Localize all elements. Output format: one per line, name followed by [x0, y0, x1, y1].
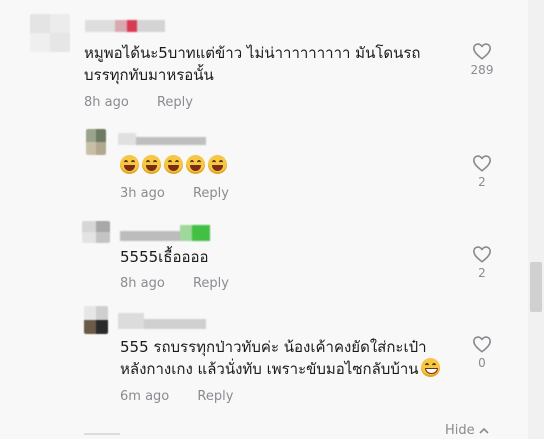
- scrollbar-thumb[interactable]: [530, 262, 542, 312]
- comment-emojis: [120, 155, 230, 177]
- tears-of-joy-emoji: [164, 155, 183, 174]
- comment-meta: 6m ago Reply: [120, 389, 233, 404]
- comment-text-line: หลังกางเกง แล้วนั่งทับ เพราะขับมอไซกลับบ…: [120, 360, 419, 378]
- comment-text-line: บรรทุกทับมาหรอนั้น: [84, 66, 214, 84]
- like-button[interactable]: 0: [467, 335, 497, 370]
- comment-text-line: 555 รถบรรทุกป่าวทับค่ะ น้องเค้าคงยัดใส่ก…: [120, 338, 427, 356]
- avatar[interactable]: [84, 306, 108, 334]
- avatar[interactable]: [30, 14, 70, 52]
- like-count: 289: [470, 63, 494, 77]
- like-count: 2: [478, 175, 486, 189]
- username-blurred[interactable]: [118, 133, 206, 145]
- heart-outline-icon: [473, 246, 491, 263]
- username-blurred[interactable]: [120, 225, 210, 241]
- hide-label: Hide: [445, 423, 475, 438]
- like-count: 2: [478, 266, 486, 280]
- reply-button[interactable]: Reply: [197, 389, 233, 404]
- reply-button[interactable]: Reply: [193, 186, 229, 201]
- like-button[interactable]: 2: [467, 245, 497, 280]
- reply-button[interactable]: Reply: [193, 276, 229, 291]
- like-button[interactable]: 289: [467, 42, 497, 77]
- like-button[interactable]: 2: [467, 154, 497, 189]
- like-count: 0: [478, 356, 486, 370]
- comment-time: 8h ago: [120, 276, 165, 291]
- comment-time: 6m ago: [120, 389, 170, 404]
- heart-outline-icon: [473, 155, 491, 172]
- comment-text: หมูพอได้นะ5บาทแต่ข้าว ไม่น่าาาาาาาาา มัน…: [84, 42, 421, 86]
- grinning-face-emoji: [420, 358, 440, 377]
- comment-time: 3h ago: [120, 186, 165, 201]
- tears-of-joy-emoji: [186, 155, 205, 174]
- comment-text: 555 รถบรรทุกป่าวทับค่ะ น้องเค้าคงยัดใส่ก…: [120, 336, 443, 380]
- comment-text-line: 5555เธื้ออออ: [120, 248, 209, 266]
- comment-meta: 3h ago Reply: [120, 186, 229, 201]
- heart-outline-icon: [473, 43, 491, 60]
- chevron-up-icon: [479, 427, 489, 434]
- username-blurred[interactable]: [118, 313, 206, 329]
- tears-of-joy-emoji: [142, 155, 161, 174]
- username-blurred[interactable]: [85, 20, 165, 32]
- comment-meta: 8h ago Reply: [84, 95, 193, 110]
- comment-meta: 8h ago Reply: [120, 276, 229, 291]
- tears-of-joy-emoji: [208, 155, 227, 174]
- tears-of-joy-emoji: [120, 155, 139, 174]
- next-comment-divider: [84, 433, 120, 435]
- comment-text-line: หมูพอได้นะ5บาทแต่ข้าว ไม่น่าาาาาาาาา มัน…: [84, 44, 421, 62]
- comment-time: 8h ago: [84, 95, 129, 110]
- comment-text: 5555เธื้ออออ: [120, 246, 209, 268]
- avatar[interactable]: [82, 221, 110, 243]
- hide-replies-button[interactable]: Hide: [445, 423, 489, 438]
- reply-button[interactable]: Reply: [157, 95, 193, 110]
- heart-outline-icon: [473, 336, 491, 353]
- avatar[interactable]: [86, 129, 106, 155]
- scrollbar[interactable]: [528, 0, 544, 439]
